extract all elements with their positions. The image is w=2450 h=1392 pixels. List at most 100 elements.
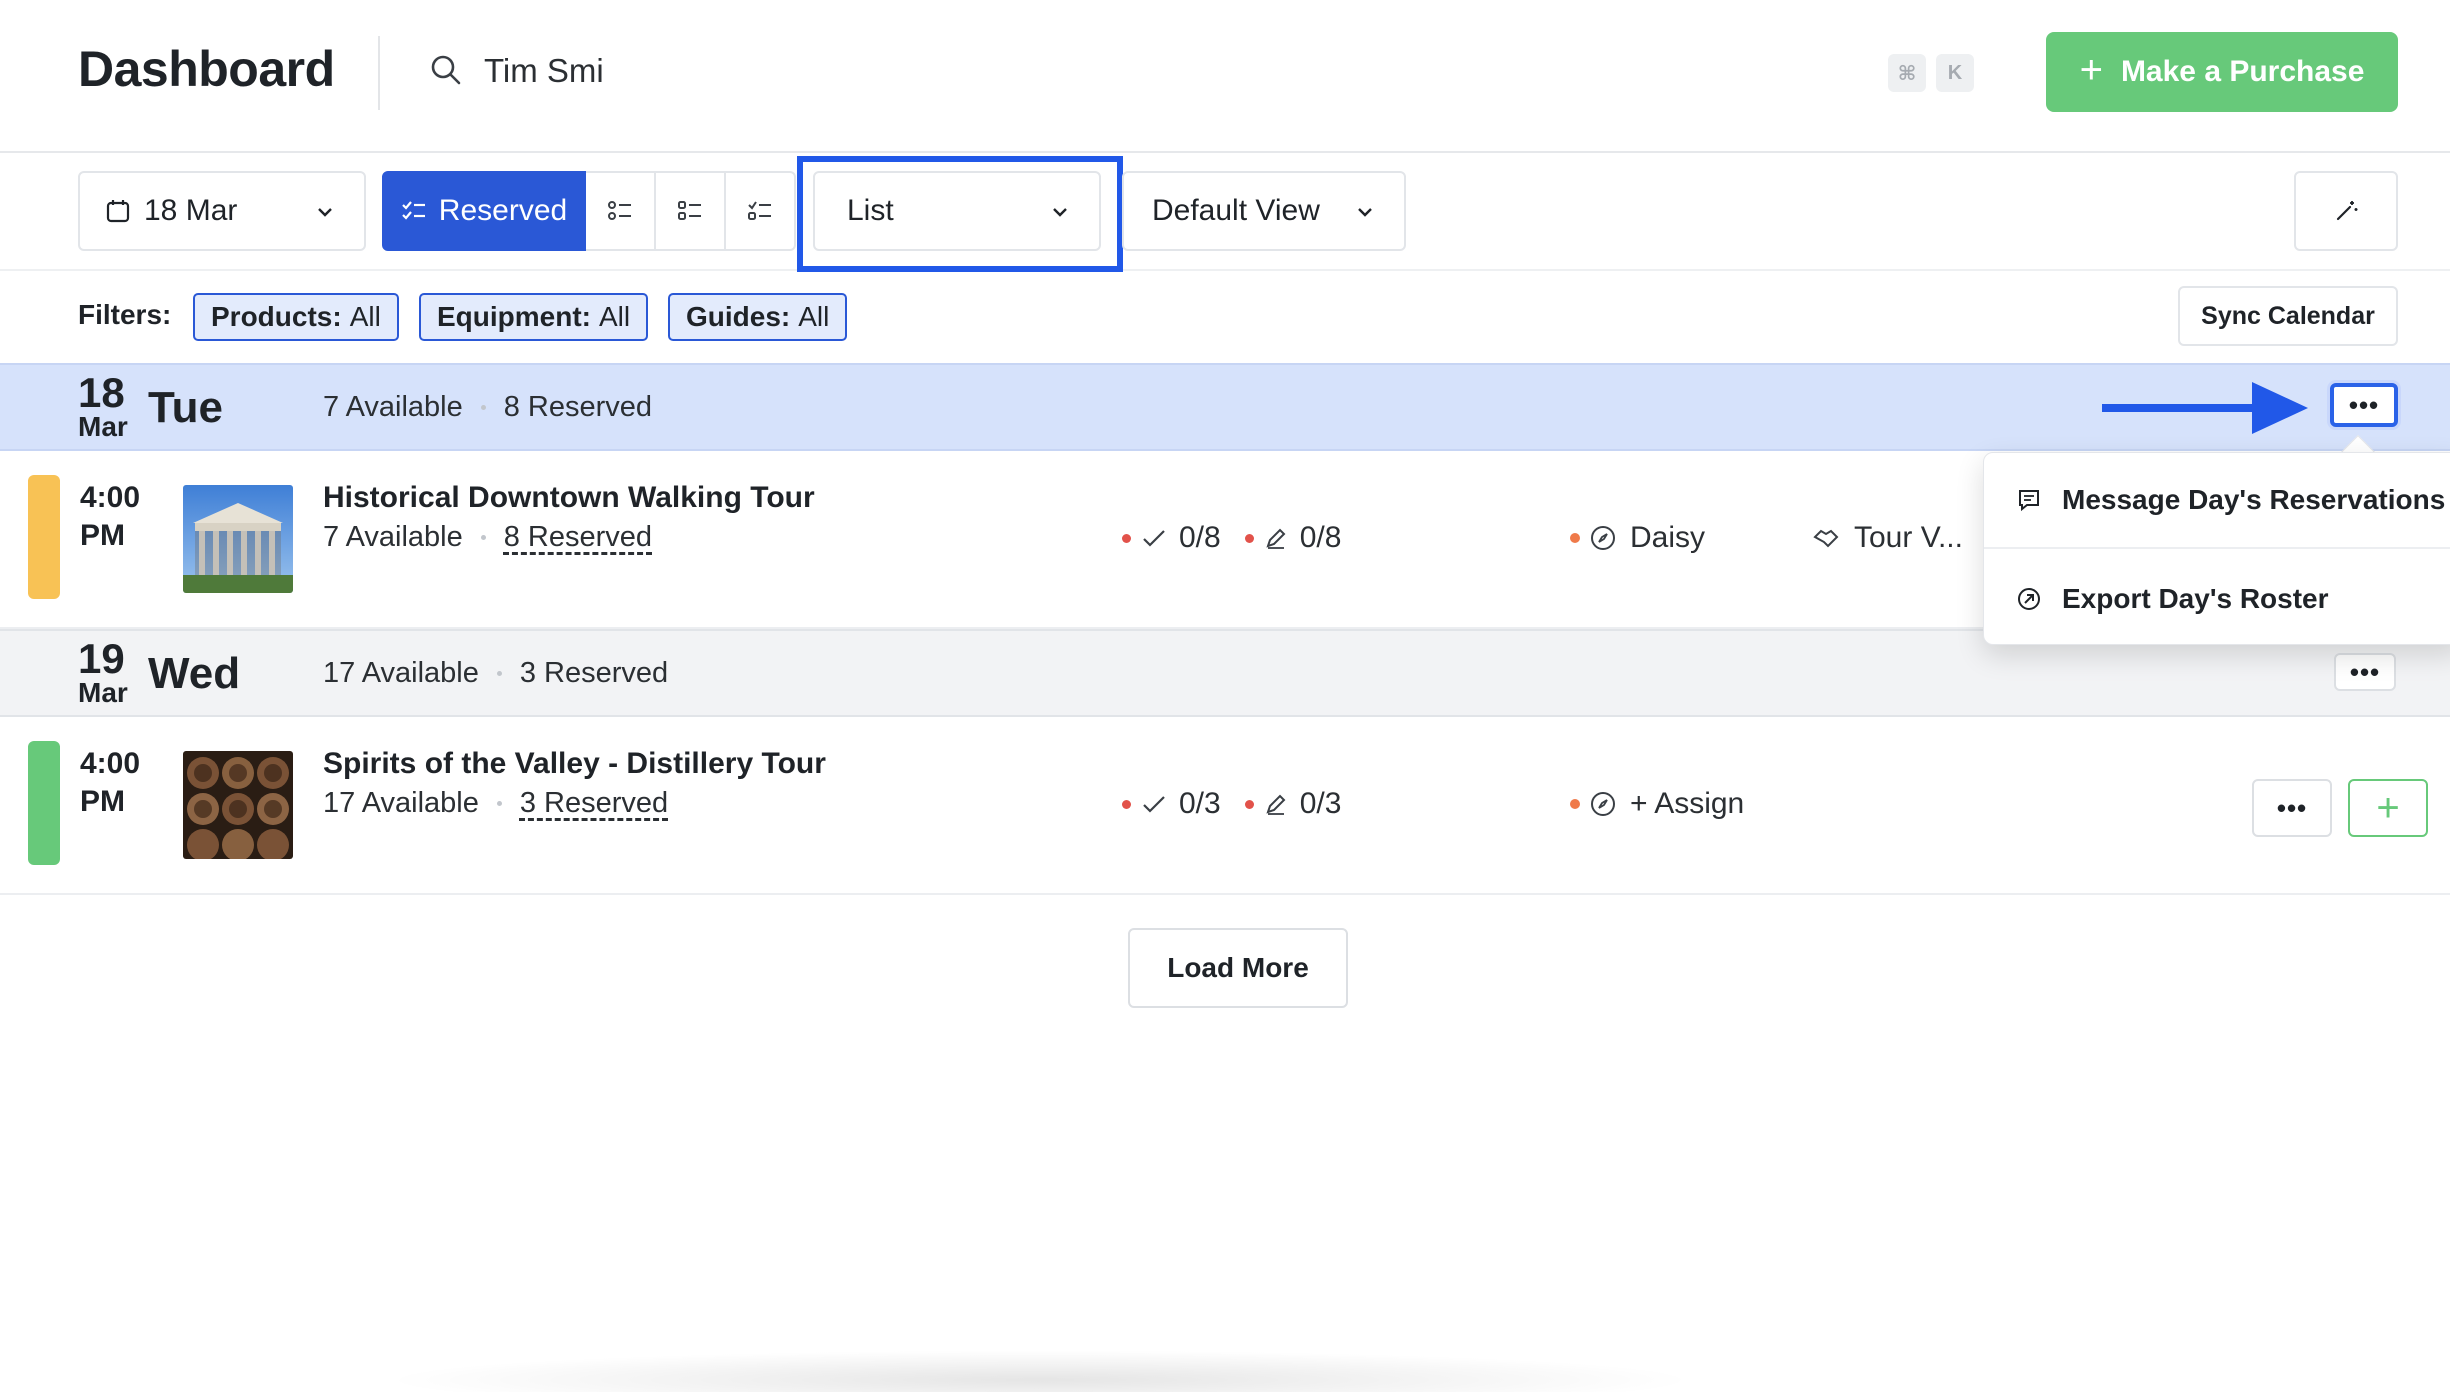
day-options-menu: Message Day's Reservations Export Day's … [1983,452,2450,645]
checkin-counts: 0/3 0/3 [1122,787,1341,821]
checked-count: 0/8 [1179,521,1221,554]
compass-icon [1591,792,1615,816]
vendor-assignment[interactable]: Tour V... [1812,521,1963,555]
tour-reserved-link[interactable]: 3 Reserved [520,787,668,820]
add-booking-button[interactable]: + [2348,779,2428,837]
signed-count: 0/8 [1299,521,1342,554]
message-reservations-menu-item[interactable]: Message Day's Reservations [1984,453,2450,549]
list-checks-icon [402,201,425,220]
search-input[interactable] [484,44,1184,98]
tour-available: 7 Available [323,521,463,553]
chip-value: All [798,301,830,332]
check-icon [1143,530,1165,547]
chip-value: All [599,301,631,332]
plus-icon: + [2376,785,2400,830]
chip-key: Equipment: [437,301,591,332]
load-more-button[interactable]: Load More [1128,928,1348,1008]
tour-available: 17 Available [323,787,479,819]
list-filter-button-2[interactable] [656,171,726,251]
status-bar [28,741,60,865]
status-dot [1570,533,1580,543]
status-dot [1244,799,1254,809]
vendor-name: Tour V... [1854,521,1963,554]
products-filter-chip[interactable]: Products: All [193,293,399,341]
assign-guide-button[interactable]: + Assign [1570,787,1744,821]
layout-selector[interactable]: List [813,171,1101,251]
day-more-options-button[interactable]: ••• [2330,383,2398,427]
toolbar: 18 Mar Reserved List Default View [0,155,2450,272]
chip-key: Guides: [686,301,791,332]
checkin-counts: 0/8 0/8 [1122,521,1341,555]
chip-value: All [349,301,381,332]
search-icon [431,55,461,85]
list-todo-icon [748,201,771,220]
magic-wand-icon [2336,201,2358,221]
chip-key: Products: [211,301,342,332]
equipment-filter-chip[interactable]: Equipment: All [419,293,649,341]
day-header-row: 18 Mar Tue 7 Available 8 Reserved ••• [0,363,2450,451]
status-dot [1244,533,1254,543]
time-ampm: PM [80,785,125,818]
layout-label: List [847,194,894,227]
reserved-filter-button[interactable]: Reserved [382,171,586,251]
separator-dot [480,535,486,540]
tour-title[interactable]: Historical Downtown Walking Tour [323,481,815,515]
plus-icon: + [2079,48,2103,92]
day-number: 18 [78,369,125,416]
export-roster-menu-item[interactable]: Export Day's Roster [1984,551,2450,647]
date-selector[interactable]: 18 Mar [78,171,366,251]
status-dot [1122,799,1131,809]
message-icon [2019,490,2039,512]
tour-reserved-link[interactable]: 8 Reserved [504,521,652,554]
pencil-icon [1266,794,1286,815]
make-purchase-button[interactable]: + Make a Purchase [2046,32,2398,112]
separator-dot [496,671,502,676]
header-divider [378,36,380,110]
separator-dot [480,405,486,410]
signed-count: 0/3 [1299,787,1342,820]
chevron-down-icon [1358,208,1372,217]
pencil-icon [1266,528,1286,549]
view-label: Default View [1152,194,1320,227]
tour-more-options-button[interactable]: ••• [2252,779,2332,837]
day-weekday: Tue [148,383,223,432]
guide-name: Daisy [1630,521,1706,554]
list-filter-button-3[interactable] [726,171,796,251]
magic-wand-button[interactable] [2294,171,2398,251]
k-key-badge: K [1936,54,1974,92]
assign-label: + Assign [1630,787,1745,820]
chevron-down-icon [318,208,332,217]
list-squares-icon [678,201,701,220]
checked-count: 0/3 [1179,787,1221,820]
status-dot [1570,799,1580,809]
export-roster-label: Export Day's Roster [2062,583,2329,614]
guide-assignment[interactable]: Daisy [1570,521,1705,555]
check-icon [1143,796,1165,813]
day-month: Mar [78,677,128,708]
list-filter-button-1[interactable] [586,171,656,251]
status-dot [1122,533,1131,543]
view-mode-segment: Reserved [382,171,796,251]
day-weekday: Wed [148,649,241,698]
status-bar [28,475,60,599]
calendar-icon [106,200,130,223]
compass-icon [1591,526,1615,550]
tour-time: 4:00 PM [80,745,140,821]
filters-bar: Filters: Products: All Equipment: All Gu… [0,271,2450,363]
tour-row[interactable]: 4:00 PM Spirits of the Valley - Distille… [0,719,2450,895]
tour-title[interactable]: Spirits of the Valley - Distillery Tour [323,747,826,781]
view-selector[interactable]: Default View [1122,171,1406,251]
tour-thumbnail [183,485,293,593]
pointer-arrow-icon [2102,382,2308,434]
day-number: 19 [78,635,125,682]
sync-calendar-button[interactable]: Sync Calendar [2178,286,2398,346]
time-hour: 4:00 [80,747,141,780]
cmd-key-icon: ⌘ [1888,54,1926,92]
page-title: Dashboard [78,41,335,97]
guides-filter-chip[interactable]: Guides: All [668,293,848,341]
bottom-shadow [380,1350,1700,1392]
message-reservations-label: Message Day's Reservations [2062,484,2446,515]
list-circles-icon [608,201,631,220]
day-more-options-button[interactable]: ••• [2334,653,2396,691]
chevron-down-icon [1053,208,1067,217]
